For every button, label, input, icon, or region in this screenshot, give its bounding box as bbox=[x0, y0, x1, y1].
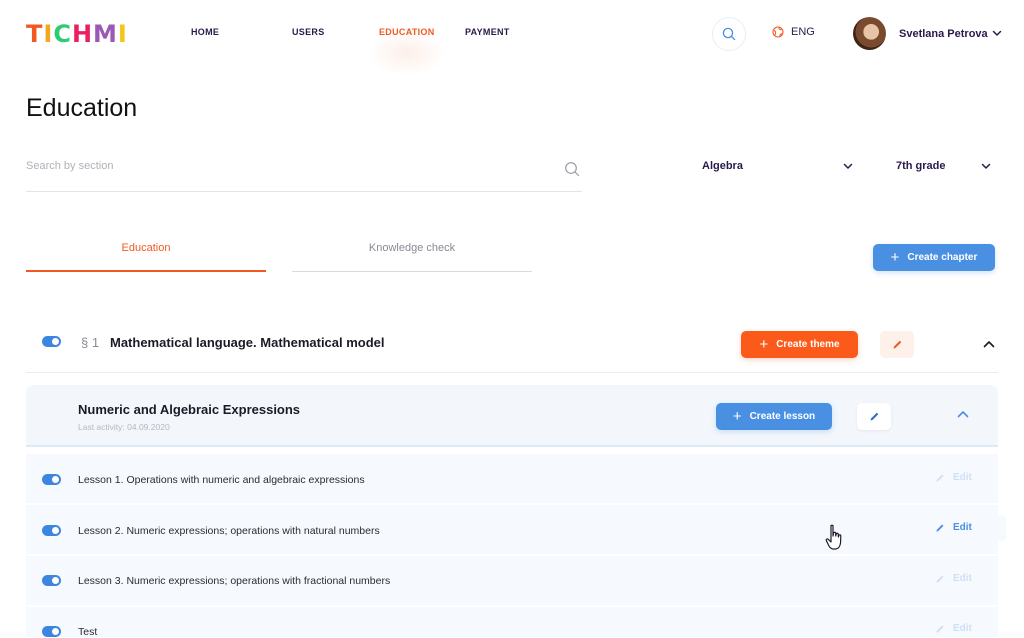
lesson-title: Lesson 1. Operations with numeric and al… bbox=[78, 474, 365, 486]
create-lesson-button[interactable]: + Create lesson bbox=[716, 403, 832, 430]
lesson-toggle[interactable] bbox=[42, 626, 61, 637]
edit-chapter-button[interactable] bbox=[880, 331, 914, 358]
nav-payment[interactable]: PAYMENT bbox=[465, 27, 510, 37]
lesson-edit-label: Edit bbox=[953, 623, 972, 634]
tab-education[interactable]: Education bbox=[26, 232, 266, 272]
language-label: ENG bbox=[791, 26, 815, 38]
row-edge-tab bbox=[998, 515, 1006, 541]
pencil-icon bbox=[936, 524, 944, 532]
header-search-button[interactable] bbox=[712, 17, 746, 51]
top-header: TICHMI HOME USERS EDUCATION PAYMENT ENG … bbox=[0, 0, 1024, 76]
lesson-toggle[interactable] bbox=[42, 575, 61, 586]
subject-select[interactable]: Algebra bbox=[702, 160, 854, 172]
chevron-down-icon bbox=[981, 163, 991, 169]
chevron-down-icon bbox=[843, 163, 853, 169]
nav-education[interactable]: EDUCATION bbox=[379, 27, 435, 37]
nav-users[interactable]: USERS bbox=[292, 27, 325, 37]
theme-title: Numeric and Algebraic Expressions bbox=[78, 402, 301, 417]
page-title: Education bbox=[26, 94, 138, 122]
subject-select-value: Algebra bbox=[702, 160, 743, 172]
globe-icon bbox=[772, 26, 784, 38]
edit-theme-button[interactable] bbox=[857, 403, 891, 430]
plus-icon: + bbox=[759, 336, 769, 353]
logo-letter: M bbox=[93, 20, 118, 48]
plus-icon: + bbox=[890, 249, 900, 266]
pencil-icon bbox=[936, 474, 944, 482]
plus-icon: + bbox=[732, 408, 742, 425]
grade-select-value: 7th grade bbox=[896, 160, 946, 172]
avatar[interactable] bbox=[853, 17, 886, 50]
tab-knowledge-check[interactable]: Knowledge check bbox=[292, 232, 532, 272]
nav-home[interactable]: HOME bbox=[191, 27, 219, 37]
theme-last-activity: Last activity: 04.09.2020 bbox=[78, 422, 170, 432]
chapter-number: § 1 bbox=[81, 335, 100, 350]
create-lesson-label: Create lesson bbox=[749, 411, 816, 422]
lesson-edit-button[interactable]: Edit bbox=[935, 472, 972, 483]
chapter-title: Mathematical language. Mathematical mode… bbox=[110, 335, 385, 350]
create-theme-label: Create theme bbox=[776, 339, 840, 350]
logo-letter: I bbox=[43, 20, 54, 48]
lesson-row[interactable] bbox=[26, 607, 998, 638]
lesson-edit-button[interactable]: Edit bbox=[935, 573, 972, 584]
lesson-title: Test bbox=[78, 626, 98, 638]
pencil-icon bbox=[870, 412, 878, 421]
logo-letter: T bbox=[26, 20, 44, 48]
lesson-edit-label: Edit bbox=[953, 522, 972, 533]
pencil-icon bbox=[893, 340, 901, 349]
section-search bbox=[26, 150, 582, 192]
search-icon bbox=[722, 27, 736, 41]
lesson-title: Lesson 2. Numeric expressions; operation… bbox=[78, 525, 380, 537]
create-chapter-button[interactable]: + Create chapter bbox=[873, 244, 995, 271]
create-chapter-label: Create chapter bbox=[907, 252, 978, 263]
lesson-edit-label: Edit bbox=[953, 472, 972, 483]
lesson-edit-button[interactable]: Edit bbox=[935, 522, 972, 533]
lesson-edit-label: Edit bbox=[953, 573, 972, 584]
pencil-icon bbox=[936, 625, 944, 633]
logo-letter: C bbox=[53, 20, 72, 48]
hand-cursor-icon bbox=[825, 524, 842, 550]
chevron-up-icon[interactable] bbox=[982, 337, 996, 351]
pencil-icon bbox=[936, 575, 944, 583]
search-input[interactable] bbox=[26, 160, 546, 172]
brand-logo[interactable]: TICHMI bbox=[26, 22, 128, 46]
logo-letter: I bbox=[117, 20, 128, 48]
chapter-toggle[interactable] bbox=[42, 336, 61, 347]
logo-letter: H bbox=[71, 20, 94, 48]
chevron-down-icon[interactable] bbox=[991, 27, 1003, 39]
search-icon[interactable] bbox=[564, 161, 580, 177]
lesson-edit-button[interactable]: Edit bbox=[935, 623, 972, 634]
user-name[interactable]: Svetlana Petrova bbox=[899, 28, 988, 40]
lesson-toggle[interactable] bbox=[42, 525, 61, 536]
language-switcher[interactable]: ENG bbox=[772, 26, 815, 38]
chevron-up-icon[interactable] bbox=[956, 407, 970, 421]
grade-select[interactable]: 7th grade bbox=[896, 160, 992, 172]
lesson-title: Lesson 3. Numeric expressions; operation… bbox=[78, 575, 391, 587]
lesson-toggle[interactable] bbox=[42, 474, 61, 485]
create-theme-button[interactable]: + Create theme bbox=[741, 331, 858, 358]
